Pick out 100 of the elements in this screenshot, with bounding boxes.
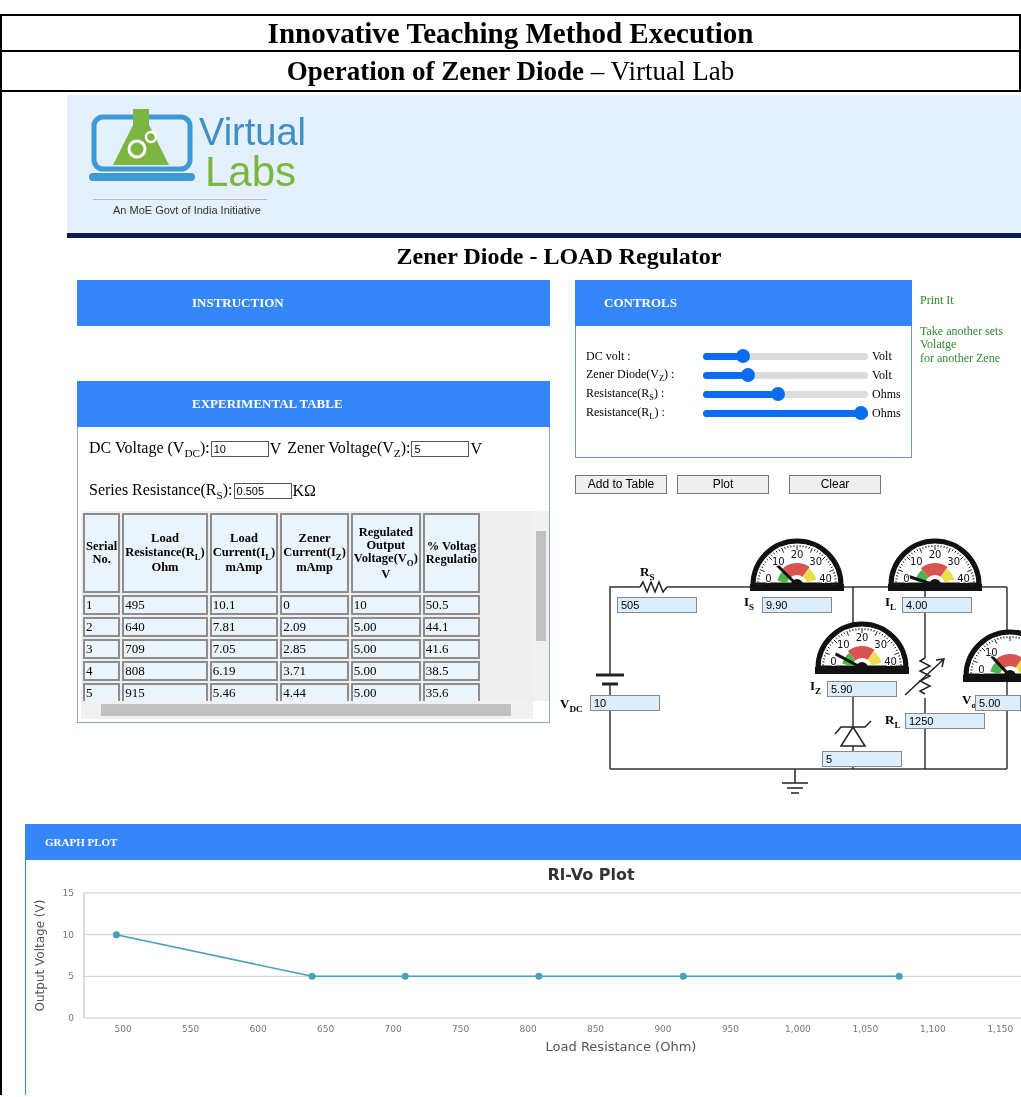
x-tick-label: 850 <box>586 1024 605 1034</box>
slider-thumb[interactable] <box>736 349 751 364</box>
zener-diode-icon <box>834 720 872 747</box>
chart-title: Rl-Vo Plot <box>547 865 635 884</box>
input-field[interactable]: 0.505 <box>233 483 292 500</box>
unit-label: Volt <box>872 367 892 383</box>
field-label: Series Resistance(R$_{S}$): <box>89 481 233 502</box>
x-tick-label: 750 <box>451 1024 470 1034</box>
table-cell: 6.19 <box>209 661 279 682</box>
y-tick-label: 0 <box>68 1013 74 1023</box>
meter-scale-label: 0 <box>830 655 837 667</box>
meter-scale-label: 20 <box>855 631 869 643</box>
meter-scale-label: 40 <box>819 572 832 584</box>
table-cell: 41.6 <box>422 639 481 660</box>
input-field[interactable]: 10 <box>210 441 269 458</box>
meter-scale-label: 20 <box>790 548 804 560</box>
value-box: 1250 <box>905 712 985 729</box>
panel-header: GRAPH PLOT <box>25 824 1021 860</box>
table-cell: 10 <box>350 595 421 616</box>
y-tick-label: 5 <box>68 971 74 982</box>
meter-label: I$_{L}$ <box>885 594 897 612</box>
table-cell: 10.1 <box>209 595 279 616</box>
meter-scale-label: 0 <box>765 572 772 584</box>
lab-title: Zener Diode - LOAD Regulator <box>395 242 723 271</box>
meter-scale-label: 40 <box>957 572 970 584</box>
meter-scale-label: 0 <box>903 572 910 584</box>
table-cell: 2 <box>83 617 121 638</box>
data-point <box>535 972 543 980</box>
slider-thumb[interactable] <box>854 406 868 421</box>
table-cell: 3.71 <box>280 661 349 682</box>
meter-scale-label: 30 <box>874 638 887 650</box>
value-box: 5 <box>822 750 902 767</box>
scrollbar[interactable] <box>533 511 549 702</box>
unit-label: Ohms <box>872 405 901 421</box>
table-cell: 4.44 <box>280 683 349 702</box>
logo-text: Virtual <box>199 113 307 151</box>
unit-label: V <box>269 440 282 459</box>
meter-scale-label: 30 <box>809 555 822 567</box>
data-point <box>401 972 409 980</box>
column-header: Serial No. <box>83 513 121 594</box>
resistor-icon <box>639 579 668 594</box>
action-button[interactable]: Add to Table <box>575 474 667 494</box>
column-header: % Voltag Regulatio <box>422 513 481 594</box>
meter-scale-label: 40 <box>884 655 897 667</box>
table-cell: 4 <box>83 661 121 682</box>
laptop-flask-icon <box>89 109 195 183</box>
column-header: Zener Current(I$_{Z}$) mAmp <box>280 513 349 594</box>
x-tick-label: 1,150 <box>987 1024 1014 1034</box>
x-tick-label: 600 <box>249 1024 267 1034</box>
x-tick-label: 1,000 <box>785 1024 811 1034</box>
table-cell: 1 <box>83 595 121 616</box>
x-tick-label: 1,100 <box>920 1024 946 1034</box>
table-cell: 38.5 <box>422 661 481 682</box>
table-cell: 495 <box>122 595 208 616</box>
x-axis-title: Load Resistance (Ohm) <box>545 1039 697 1054</box>
document-subtitle: Operation of Zener Diode – Virtual Lab <box>286 55 735 87</box>
table-cell: 808 <box>122 661 208 682</box>
meter-reading: 5.00 <box>975 694 1021 711</box>
slider-label: Resistance(R$_{S}$) : <box>586 385 666 403</box>
slider-thumb[interactable] <box>740 368 755 383</box>
wire <box>852 695 854 727</box>
meter-reading: 9.90 <box>762 596 832 613</box>
component-label: R$_{L}$ <box>885 712 901 730</box>
note-link[interactable]: Print It <box>920 294 1021 308</box>
table-cell: 3 <box>83 639 121 660</box>
y-axis-title: Output Voltage (V) <box>33 899 47 1012</box>
table-cell: 2.09 <box>280 617 349 638</box>
x-tick-label: 650 <box>317 1024 335 1034</box>
slider-label: Resistance(R$_{L}$) : <box>586 404 666 422</box>
table-cell: 5.00 <box>350 639 421 660</box>
table-cell: 640 <box>122 617 208 638</box>
scrollbar[interactable] <box>81 701 533 720</box>
table-cell: 5.00 <box>350 617 421 638</box>
unit-label: KΩ <box>292 482 316 501</box>
field-label: DC Voltage (V$_{DC}$): <box>89 439 210 460</box>
table-cell: 5.00 <box>350 683 421 702</box>
action-button[interactable]: Clear <box>789 474 881 494</box>
y-tick-label: 10 <box>62 929 74 940</box>
input-field[interactable]: 5 <box>411 441 470 458</box>
slider-label: Zener Diode(V$_{Z}$) : <box>586 366 676 384</box>
meter-scale-label: 10 <box>837 638 850 650</box>
slider-label: DC volt : <box>586 348 632 364</box>
value-box: 505 <box>617 596 697 613</box>
note-link[interactable]: Take another sets Volatge for another Zene <box>920 325 1021 365</box>
value-box: 10 <box>590 694 660 711</box>
document-title: Innovative Teaching Method Execution <box>267 16 754 50</box>
data-point <box>895 972 903 980</box>
x-tick-label: 950 <box>721 1024 740 1034</box>
column-header: Load Current(I$_{L}$) mAmp <box>209 513 279 594</box>
component-label: R$_{S}$ <box>640 564 655 582</box>
logo-tagline: An MoE Govt of India Initiative <box>93 199 267 216</box>
component-label: V$_{DC}$ <box>560 696 583 714</box>
battery-icon <box>596 673 624 686</box>
x-tick-label: 1,050 <box>852 1024 879 1034</box>
meter-label: I$_{S}$ <box>744 594 755 612</box>
meter-scale-label: 10 <box>772 555 785 567</box>
slider-thumb[interactable] <box>770 387 785 402</box>
action-button[interactable]: Plot <box>677 474 769 494</box>
ground-icon <box>781 768 809 794</box>
panel-header: CONTROLS <box>575 280 912 326</box>
